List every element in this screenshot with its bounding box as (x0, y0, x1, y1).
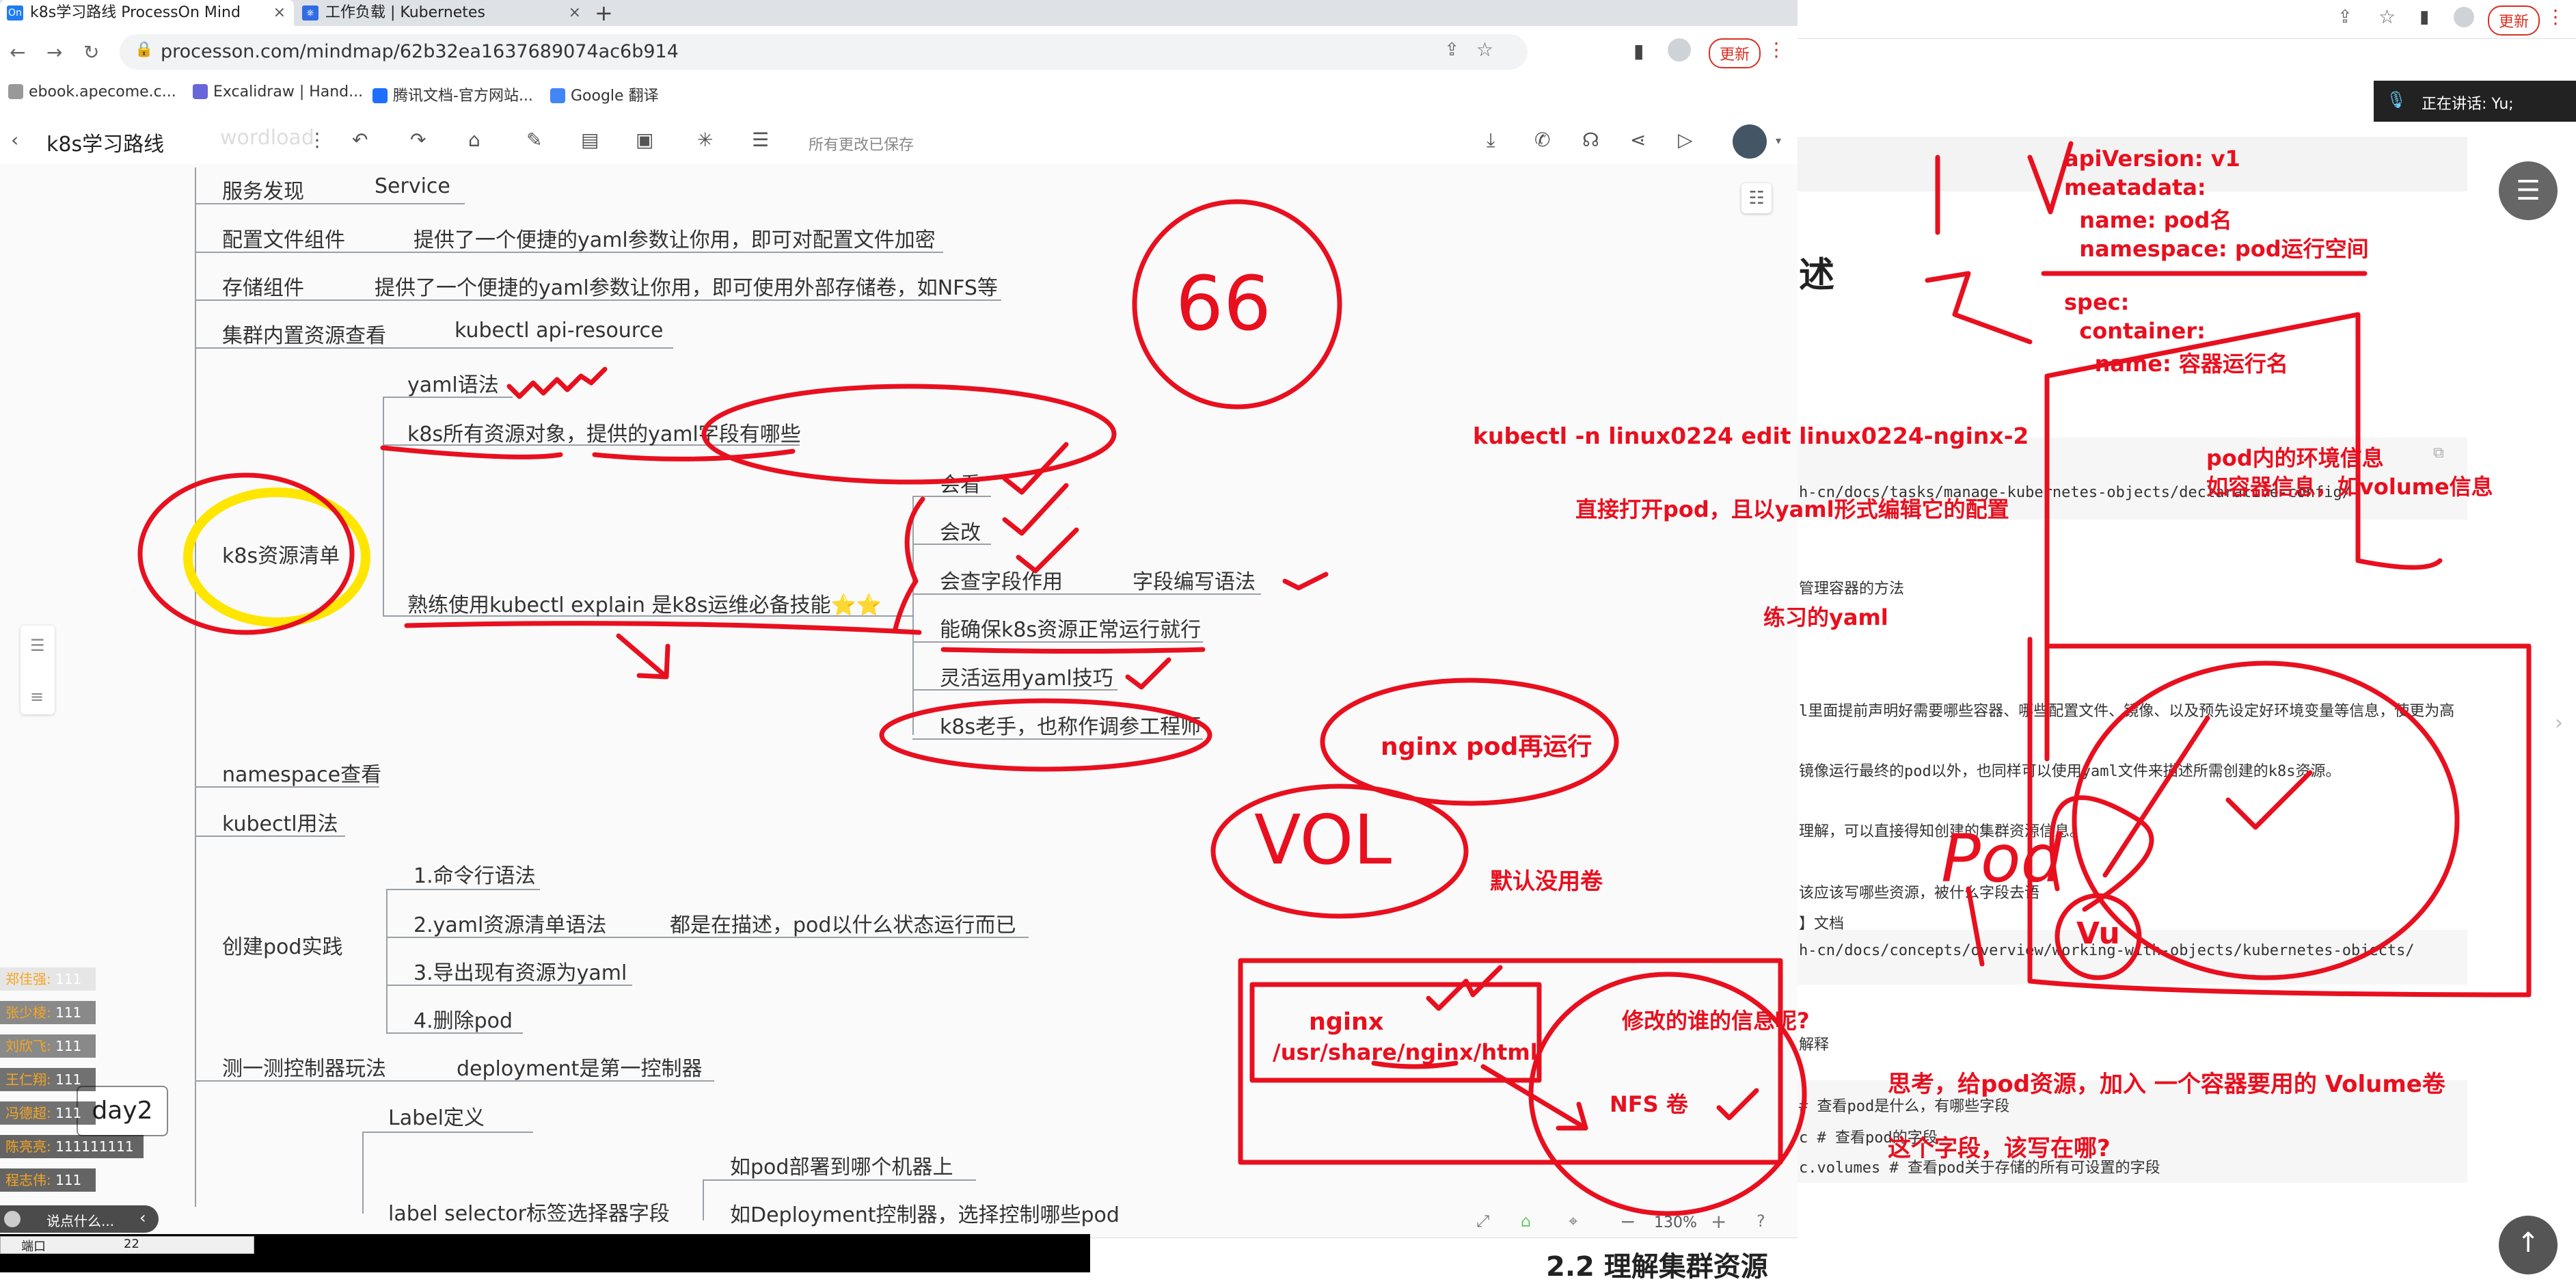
annotation-think: 思考，给pod资源，加入 一个容器要用的 Volume卷 (1888, 1071, 2445, 1098)
annotation-circle (701, 384, 1117, 485)
underline (940, 647, 1206, 654)
annotation-nginx: nginx (1309, 1008, 1384, 1036)
stroke (1966, 886, 1985, 967)
arrow (616, 633, 670, 680)
annotation-vu: Vu (2076, 916, 2120, 951)
highlight-circle (183, 487, 370, 627)
annotation-practice: 练习的yaml (1763, 604, 1888, 630)
checkmark (2225, 770, 2313, 830)
annotation-vol: VOL (1254, 800, 1392, 880)
annotation-nfs: NFS 卷 (1610, 1091, 1688, 1117)
checkmark (1716, 1088, 1759, 1121)
bracket (893, 496, 925, 632)
annotation-nginx-path: /usr/share/nginx/html (1273, 1039, 1538, 1065)
annotation-pod-env: pod内的环境信息 (2206, 445, 2384, 471)
annotation-pod-env-2: 如容器信息，如volume信息 (2206, 474, 2493, 500)
annotation-command: kubectl -n linux0224 edit linux0224-ngin… (1473, 423, 2029, 449)
stroke (1925, 141, 2074, 345)
annotation-command-desc: 直接打开pod，且以yaml形式编辑它的配置 (1575, 496, 2009, 522)
annotation-circle (2072, 660, 2460, 980)
annotation-yaml-line: meatadata: (2064, 174, 2206, 200)
annotation-yaml-line: name: 容器运行名 (2064, 351, 2288, 377)
annotation-default-no-vol: 默认没用卷 (1490, 868, 1603, 894)
annotation-pod: Pod (1941, 820, 2063, 897)
annotation-66: 66 (1176, 260, 1271, 347)
annotation-modify-question: 修改的谁的信息呢? (1622, 1008, 1810, 1034)
annotation-yaml-line: spec: (2064, 289, 2130, 315)
annotation-nginx-rerun: nginx pod再运行 (1381, 733, 1592, 761)
checkmark (1426, 965, 1503, 1011)
checkmark (1125, 657, 1171, 690)
annotation-yaml-line: container: (2064, 318, 2206, 344)
checkmark-squiggle (506, 366, 608, 399)
annotation-where: 这个字段，该写在哪? (1888, 1135, 2111, 1162)
annotation-yaml-line: name: pod名 (2064, 207, 2232, 233)
annotation-circle (879, 698, 1212, 772)
annotation-yaml-line: apiVersion: v1 (2064, 146, 2240, 172)
underline (404, 621, 922, 635)
annotation-yaml-line: namespace: pod运行空间 (2064, 236, 2369, 262)
